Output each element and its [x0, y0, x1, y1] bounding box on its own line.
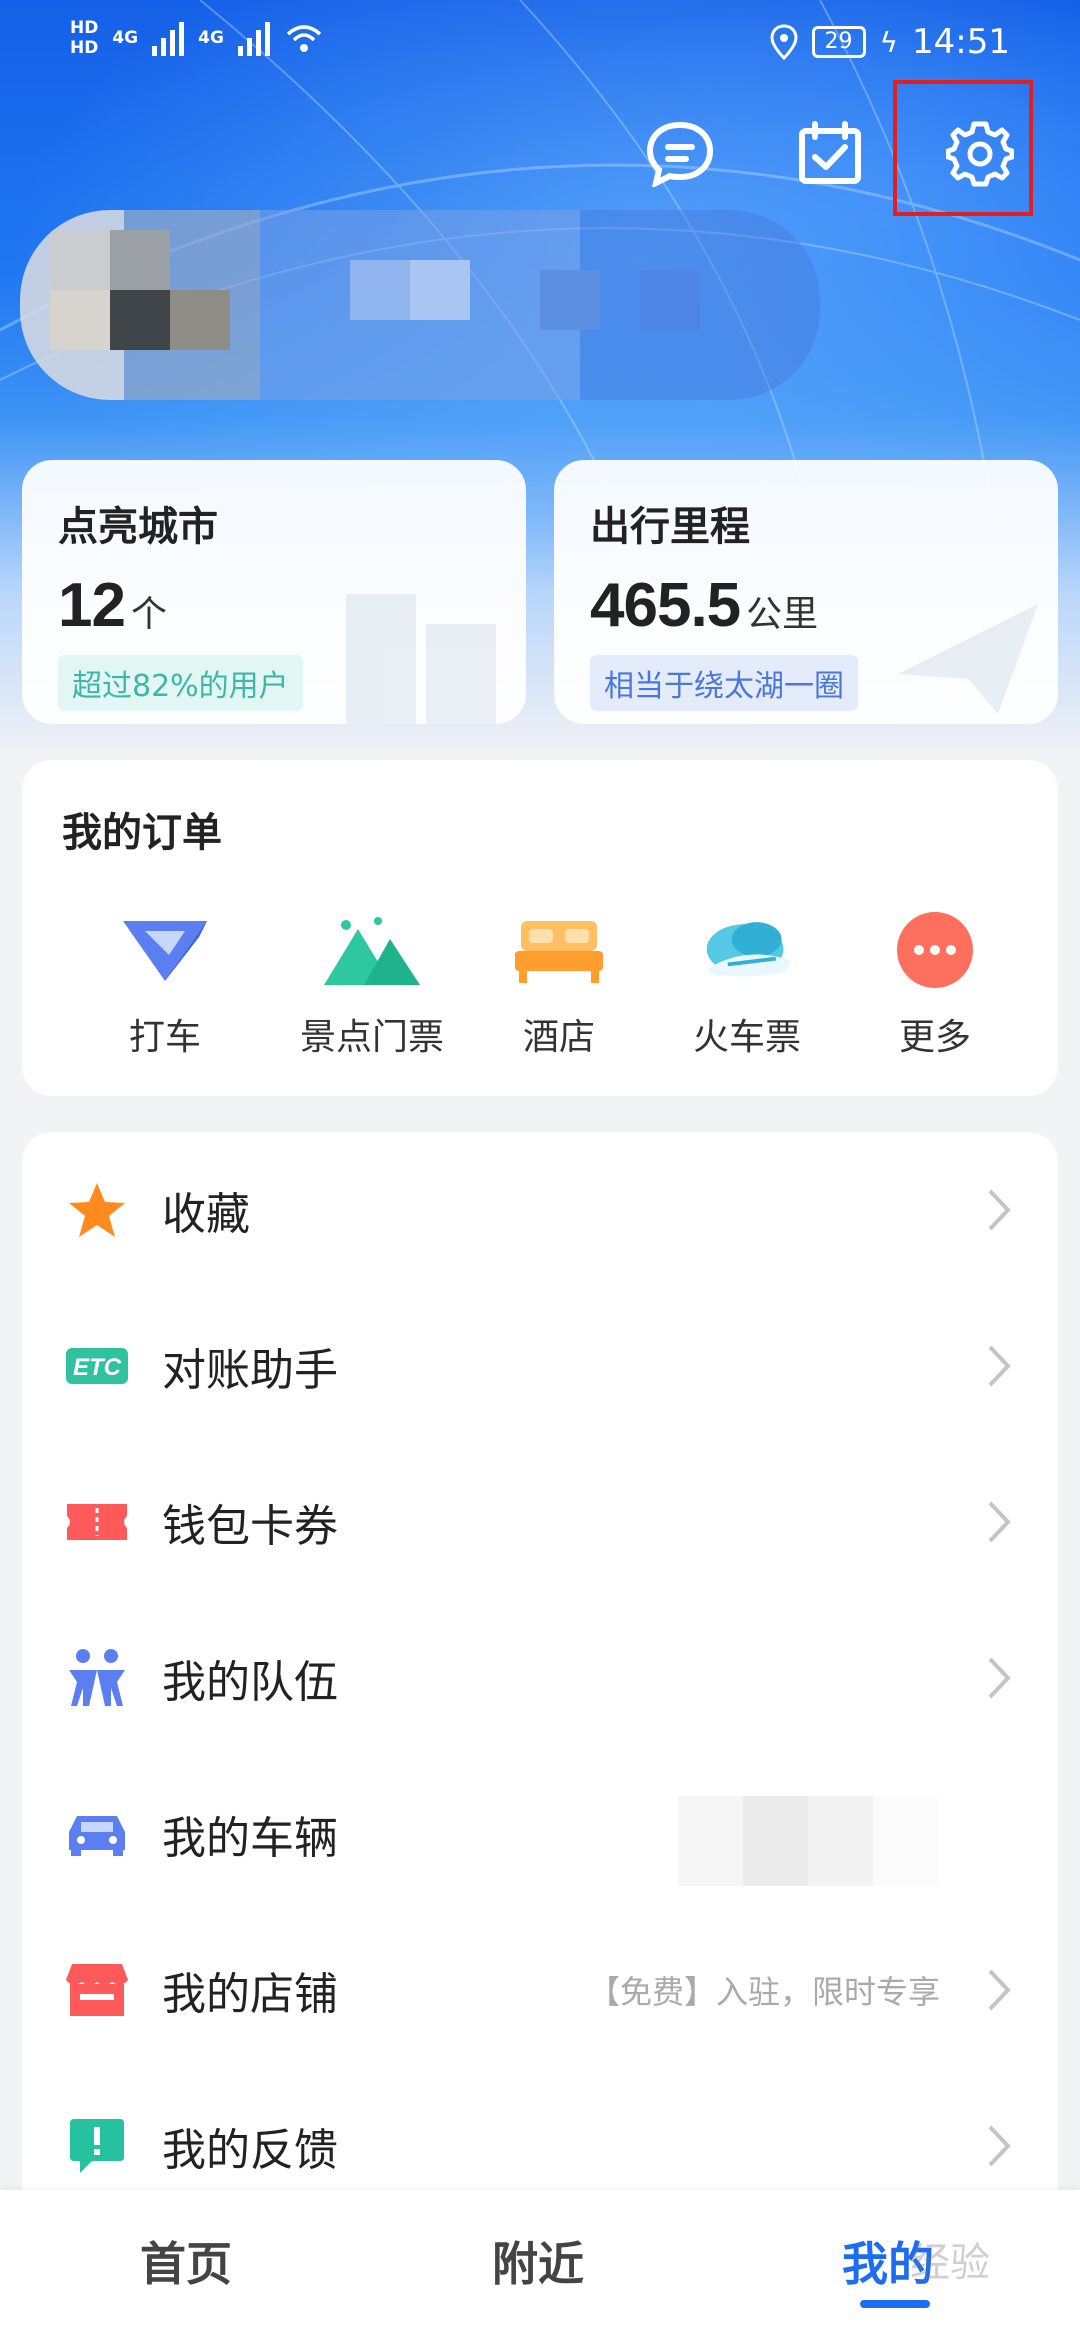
menu-item-shop-hint: 【免费】入驻，限时专享 — [587, 1973, 940, 2011]
lit-cities-badge: 超过82%的用户 — [58, 655, 303, 711]
menu-item-shop-label: 我的店铺 — [162, 1969, 338, 2020]
mileage-badge: 相当于绕太湖一圈 — [590, 655, 858, 711]
status-bar: HD HD 4G 4G 29 ϟ 14:51 — [0, 0, 1080, 90]
blurred-content — [678, 1796, 938, 1886]
menu-item-vehicle-label: 我的车辆 — [162, 1813, 338, 1864]
etc-icon: ETC — [62, 1331, 132, 1401]
order-more-label: 更多 — [898, 1017, 971, 1058]
order-train-label: 火车票 — [692, 1017, 801, 1058]
profile-info-blurred[interactable] — [20, 210, 820, 400]
menu-list: 收藏 ETC 对账助手 钱包卡券 我的队伍 我的车辆 我的店铺 【免费】入驻，限… — [22, 1132, 1058, 2340]
svg-text:ETC: ETC — [73, 1354, 122, 1381]
menu-item-reconcile[interactable]: ETC 对账助手 — [22, 1288, 1058, 1444]
menu-item-reconcile-label: 对账助手 — [162, 1345, 338, 1396]
car-icon — [62, 1799, 132, 1869]
network-label-2: 4G — [198, 28, 224, 48]
bed-icon — [511, 910, 607, 990]
mileage-value: 465.5 — [590, 571, 741, 640]
charging-icon: ϟ — [879, 25, 899, 59]
chevron-right-icon — [988, 1969, 1011, 2011]
menu-item-team[interactable]: 我的队伍 — [22, 1600, 1058, 1756]
tab-home[interactable]: 首页 — [140, 2228, 232, 2294]
network-label-1: 4G — [112, 28, 139, 48]
clock: 14:51 — [912, 22, 1010, 62]
star-icon — [62, 1175, 132, 1245]
chevron-right-icon — [988, 1501, 1011, 1543]
chevron-right-icon — [988, 1657, 1011, 1699]
order-tickets[interactable]: 景点门票 — [277, 910, 467, 1060]
hd-label-2: HD — [70, 38, 99, 58]
tab-nearby[interactable]: 附近 — [492, 2228, 584, 2294]
menu-item-feedback-label: 我的反馈 — [162, 2125, 338, 2176]
menu-item-vehicle[interactable]: 我的车辆 — [22, 1756, 1058, 1912]
taxi-icon — [117, 910, 213, 990]
menu-item-team-label: 我的队伍 — [162, 1657, 338, 1708]
ticket-icon — [62, 1487, 132, 1557]
order-hotel[interactable]: 酒店 — [464, 910, 654, 1060]
my-orders-section: 我的订单 打车 景点门票 酒店 火车票 更多 — [22, 760, 1058, 1096]
mileage-unit: 公里 — [746, 594, 819, 635]
message-button[interactable] — [640, 114, 720, 194]
lit-cities-card[interactable]: 点亮城市 12 个 超过82%的用户 — [22, 460, 526, 724]
mileage-title: 出行里程 — [590, 504, 750, 550]
order-taxi-label: 打车 — [128, 1017, 201, 1058]
more-icon — [887, 910, 983, 990]
paper-plane-icon — [898, 604, 1038, 714]
signal-icon-2 — [237, 20, 270, 56]
mileage-card[interactable]: 出行里程 465.5 公里 相当于绕太湖一圈 — [554, 460, 1058, 724]
settings-highlight-box — [893, 80, 1033, 216]
menu-item-favorites-label: 收藏 — [162, 1189, 250, 1240]
status-left: HD HD 4G 4G — [70, 18, 324, 58]
order-train[interactable]: 火车票 — [652, 910, 842, 1060]
order-more[interactable]: 更多 — [840, 910, 1030, 1060]
status-right: 29 ϟ 14:51 — [770, 22, 1010, 62]
buildings-icon — [346, 594, 496, 724]
signal-icon — [152, 20, 185, 56]
mountain-icon — [324, 910, 420, 990]
train-icon — [699, 910, 795, 990]
chevron-right-icon — [988, 1345, 1011, 1387]
wifi-icon — [286, 25, 322, 52]
menu-item-shop[interactable]: 我的店铺 【免费】入驻，限时专享 — [22, 1912, 1058, 2068]
chevron-right-icon — [988, 2125, 1011, 2167]
lit-cities-value: 12 — [58, 571, 126, 640]
feedback-icon — [62, 2111, 132, 2181]
watermark: 经验 — [910, 2240, 990, 2285]
bottom-navigation: 首页 附近 我的 经验 — [0, 2190, 1080, 2340]
menu-item-wallet-label: 钱包卡券 — [162, 1501, 338, 1552]
menu-item-favorites[interactable]: 收藏 — [22, 1132, 1058, 1288]
calendar-check-icon — [799, 121, 861, 184]
hd-label-1: HD — [70, 18, 99, 38]
hd-indicators: HD HD — [70, 18, 98, 58]
order-hotel-label: 酒店 — [522, 1017, 595, 1058]
battery-icon: 29 — [811, 26, 866, 58]
lit-cities-title: 点亮城市 — [58, 504, 218, 550]
chevron-right-icon — [988, 1189, 1011, 1231]
location-icon — [770, 24, 798, 60]
order-tickets-label: 景点门票 — [299, 1017, 444, 1058]
shop-icon — [62, 1955, 132, 2025]
order-taxi[interactable]: 打车 — [70, 910, 260, 1060]
message-icon — [646, 121, 714, 187]
my-orders-title: 我的订单 — [62, 810, 222, 856]
tab-active-indicator — [860, 2300, 930, 2308]
checkin-button[interactable] — [790, 114, 870, 194]
menu-item-wallet[interactable]: 钱包卡券 — [22, 1444, 1058, 1600]
lit-cities-unit: 个 — [130, 594, 167, 635]
team-icon — [62, 1643, 132, 1713]
